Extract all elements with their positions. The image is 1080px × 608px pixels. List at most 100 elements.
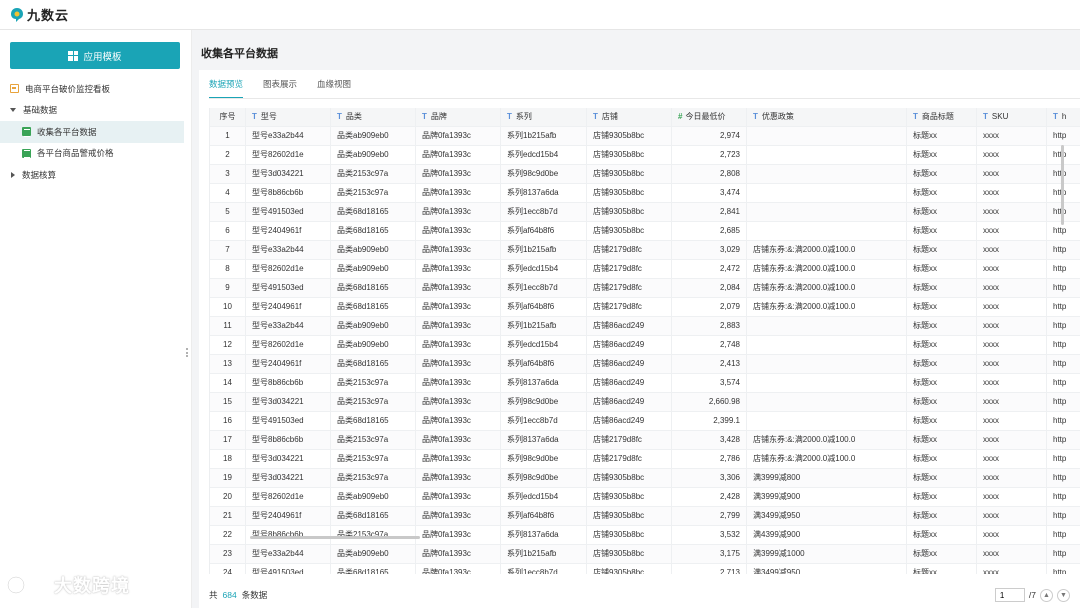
app-logo[interactable]: 九数云: [10, 5, 69, 24]
sidebar-item-dashboard[interactable]: 电商平台破价监控看板: [0, 78, 192, 100]
cell-shop: 店铺86acd249: [587, 412, 672, 430]
header-cell-promotion[interactable]: T 优惠政策: [747, 108, 907, 126]
cell-link: http: [1047, 564, 1080, 574]
cell-index: 14: [210, 374, 246, 392]
tab-chart-view[interactable]: 图表展示: [263, 70, 297, 99]
cell-title: 标题xx: [907, 526, 977, 544]
cell-shop: 店铺9305b8bc: [587, 564, 672, 574]
header-cell-series[interactable]: T 系列: [501, 108, 587, 126]
cell-model: 型号8b86cb6b: [246, 526, 331, 544]
header-cell-index[interactable]: 序号: [210, 108, 246, 126]
table-row[interactable]: 11 型号e33a2b44 品类ab909eb0 品牌0fa1393c 系列1b215a…: [210, 317, 1080, 336]
cell-brand: 品牌0fa1393c: [416, 450, 501, 468]
header-cell-title[interactable]: T 商品标题: [907, 108, 977, 126]
table-row[interactable]: 20 型号82602d1e 品类ab909eb0 品牌0fa1393c 系列edcd15…: [210, 488, 1080, 507]
sidebar-item-label: 基础数据: [23, 105, 58, 116]
cell-model: 型号82602d1e: [246, 260, 331, 278]
cell-category: 品类ab909eb0: [331, 146, 416, 164]
cell-brand: 品牌0fa1393c: [416, 165, 501, 183]
header-label: 店铺: [601, 112, 618, 121]
cell-lowest-price: 3,532: [672, 526, 747, 544]
table-row[interactable]: 16 型号491503ed 品类68d18165 品牌0fa1393c 系列1ecc8b…: [210, 412, 1080, 431]
table-row[interactable]: 1 型号e33a2b44 品类ab909eb0 品牌0fa1393c 系列1b215af…: [210, 127, 1080, 146]
cell-sku: xxxx: [977, 374, 1047, 392]
header-cell-shop[interactable]: T 店铺: [587, 108, 672, 126]
cell-category: 品类2153c97a: [331, 469, 416, 487]
table-row[interactable]: 15 型号3d034221 品类2153c97a 品牌0fa1393c 系列98c9d0…: [210, 393, 1080, 412]
table-row[interactable]: 8 型号82602d1e 品类ab909eb0 品牌0fa1393c 系列edcd15b…: [210, 260, 1080, 279]
header-cell-sku[interactable]: T SKU: [977, 108, 1047, 126]
table-row[interactable]: 9 型号491503ed 品类68d18165 品牌0fa1393c 系列1ecc8b7…: [210, 279, 1080, 298]
cell-index: 20: [210, 488, 246, 506]
footer-suffix: 条数据: [241, 590, 268, 600]
cell-model: 型号82602d1e: [246, 146, 331, 164]
header-cell-category[interactable]: T 品类: [331, 108, 416, 126]
cell-title: 标题xx: [907, 241, 977, 259]
cell-link: http: [1047, 279, 1080, 297]
cell-category: 品类68d18165: [331, 222, 416, 240]
cell-brand: 品牌0fa1393c: [416, 526, 501, 544]
cell-shop: 店铺9305b8bc: [587, 545, 672, 563]
cell-sku: xxxx: [977, 412, 1047, 430]
cell-brand: 品牌0fa1393c: [416, 393, 501, 411]
cell-promotion: 店铺东券:&:满2000.0减100.0: [747, 431, 907, 449]
vertical-scrollbar[interactable]: [1061, 145, 1064, 225]
header-cell-brand[interactable]: T 品牌: [416, 108, 501, 126]
table-row[interactable]: 17 型号8b86cb6b 品类2153c97a 品牌0fa1393c 系列8137a6…: [210, 431, 1080, 450]
app-template-button[interactable]: 应用模板: [10, 42, 180, 69]
cell-category: 品类68d18165: [331, 355, 416, 373]
cell-title: 标题xx: [907, 184, 977, 202]
cell-title: 标题xx: [907, 450, 977, 468]
table-row[interactable]: 3 型号3d034221 品类2153c97a 品牌0fa1393c 系列98c9d0b…: [210, 165, 1080, 184]
table-row[interactable]: 23 型号e33a2b44 品类ab909eb0 品牌0fa1393c 系列1b215a…: [210, 545, 1080, 564]
table-row[interactable]: 13 型号2404961f 品类68d18165 品牌0fa1393c 系列af64b8…: [210, 355, 1080, 374]
sidebar-folder-basic-data[interactable]: 基础数据: [0, 100, 192, 122]
table-row[interactable]: 21 型号2404961f 品类68d18165 品牌0fa1393c 系列af64b8…: [210, 507, 1080, 526]
sidebar-item-label: 收集各平台数据: [37, 126, 97, 137]
cell-lowest-price: 2,723: [672, 146, 747, 164]
cell-link: http: [1047, 431, 1080, 449]
header-cell-lowest-price[interactable]: # 今日最低价: [672, 108, 747, 126]
cell-title: 标题xx: [907, 165, 977, 183]
cell-index: 5: [210, 203, 246, 221]
sidebar-folder-data-accounting[interactable]: 数据核算: [0, 164, 192, 186]
table-row[interactable]: 24 型号491503ed 品类68d18165 品牌0fa1393c 系列1ecc8b…: [210, 564, 1080, 574]
cell-promotion: 满3499减950: [747, 564, 907, 574]
header-cell-link[interactable]: Th: [1047, 108, 1080, 126]
page-number-input[interactable]: [994, 588, 1025, 602]
header-cell-model[interactable]: T 型号: [246, 108, 331, 126]
resize-handle[interactable]: [186, 348, 189, 357]
cell-series: 系列8137a6da: [501, 374, 587, 392]
chevron-up-icon[interactable]: ▲: [1040, 588, 1053, 602]
tab-lineage-view[interactable]: 血缘视图: [317, 70, 351, 99]
cell-shop: 店铺9305b8bc: [587, 526, 672, 544]
sidebar-item-alert-price[interactable]: 各平台商品警戒价格: [0, 143, 192, 165]
cell-category: 品类68d18165: [331, 564, 416, 574]
cell-link: http: [1047, 450, 1080, 468]
table-row[interactable]: 2 型号82602d1e 品类ab909eb0 品牌0fa1393c 系列edcd15b…: [210, 146, 1080, 165]
cell-lowest-price: 2,660.98: [672, 393, 747, 411]
chevron-down-icon[interactable]: ▼: [1057, 588, 1070, 602]
cell-title: 标题xx: [907, 374, 977, 392]
cell-sku: xxxx: [977, 564, 1047, 574]
horizontal-scrollbar[interactable]: [250, 536, 420, 539]
cell-series: 系列af64b8f6: [501, 507, 587, 525]
table-row[interactable]: 18 型号3d034221 品类2153c97a 品牌0fa1393c 系列98c9d0…: [210, 450, 1080, 469]
table-row[interactable]: 12 型号82602d1e 品类ab909eb0 品牌0fa1393c 系列edcd15…: [210, 336, 1080, 355]
tab-data-preview[interactable]: 数据预览: [209, 70, 244, 99]
cell-sku: xxxx: [977, 355, 1047, 373]
table-row[interactable]: 6 型号2404961f 品类68d18165 品牌0fa1393c 系列af64b8f…: [210, 222, 1080, 241]
cell-index: 1: [210, 127, 246, 145]
cell-lowest-price: 2,974: [672, 127, 747, 145]
table-row[interactable]: 5 型号491503ed 品类68d18165 品牌0fa1393c 系列1ecc8b7…: [210, 203, 1080, 222]
sidebar-item-collect-data[interactable]: 收集各平台数据: [0, 121, 184, 143]
table-row[interactable]: 14 型号8b86cb6b 品类2153c97a 品牌0fa1393c 系列8137a6…: [210, 374, 1080, 393]
cell-index: 18: [210, 450, 246, 468]
table-row[interactable]: 7 型号e33a2b44 品类ab909eb0 品牌0fa1393c 系列1b215af…: [210, 241, 1080, 260]
table-row[interactable]: 19 型号3d034221 品类2153c97a 品牌0fa1393c 系列98c9d0…: [210, 469, 1080, 488]
table-row[interactable]: 10 型号2404961f 品类68d18165 品牌0fa1393c 系列af64b8…: [210, 298, 1080, 317]
table-row[interactable]: 4 型号8b86cb6b 品类2153c97a 品牌0fa1393c 系列8137a6d…: [210, 184, 1080, 203]
cell-shop: 店铺2179d8fc: [587, 450, 672, 468]
cell-brand: 品牌0fa1393c: [416, 431, 501, 449]
cell-shop: 店铺86acd249: [587, 355, 672, 373]
